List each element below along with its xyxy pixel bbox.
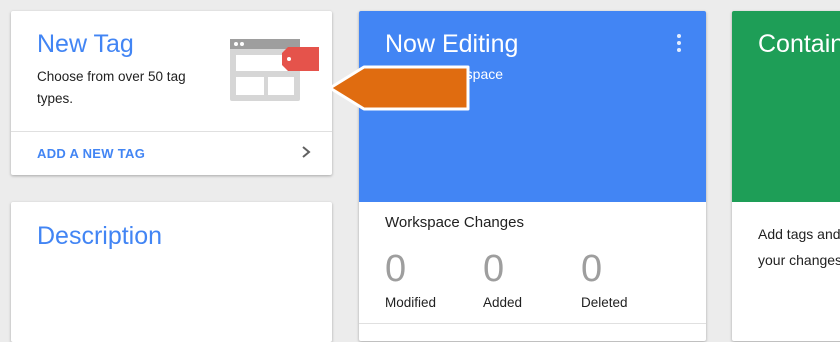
stat-label: Modified xyxy=(385,295,437,310)
now-editing-card: Now Editing Default Workspace Workspace … xyxy=(359,11,706,341)
new-tag-card[interactable]: New Tag Choose from over 50 tag types. A… xyxy=(11,11,332,175)
container-title: Container Summary xyxy=(758,30,840,58)
stat-label: Added xyxy=(483,295,523,310)
workspace-changes-title: Workspace Changes xyxy=(385,214,524,231)
container-summary-card: Container Summary Add tags and publish t… xyxy=(732,11,840,341)
stat-value: 0 xyxy=(581,248,603,290)
description-title[interactable]: Description xyxy=(37,222,162,251)
new-tag-description: Choose from over 50 tag types. xyxy=(37,69,186,106)
stat-added[interactable]: 0 Added xyxy=(483,247,522,310)
card-divider xyxy=(359,323,706,324)
chevron-right-icon[interactable] xyxy=(299,144,313,160)
annotation-arrow-icon xyxy=(328,65,470,111)
stat-deleted[interactable]: 0 Deleted xyxy=(581,247,628,310)
add-new-tag-button[interactable]: ADD A NEW TAG xyxy=(37,146,145,161)
new-tag-title[interactable]: New Tag xyxy=(37,30,134,59)
stat-value: 0 xyxy=(385,248,407,290)
card-divider xyxy=(11,131,332,132)
container-header: Container Summary xyxy=(732,11,840,202)
tag-browser-illustration-icon xyxy=(230,39,319,101)
more-vert-icon[interactable] xyxy=(673,34,685,56)
description-card[interactable]: Description xyxy=(11,202,332,342)
container-body-text: Add tags and publish to make your change… xyxy=(758,226,840,268)
stat-label: Deleted xyxy=(581,295,628,310)
stat-value: 0 xyxy=(483,248,505,290)
stat-modified[interactable]: 0 Modified xyxy=(385,247,436,310)
now-editing-title: Now Editing xyxy=(385,30,519,58)
